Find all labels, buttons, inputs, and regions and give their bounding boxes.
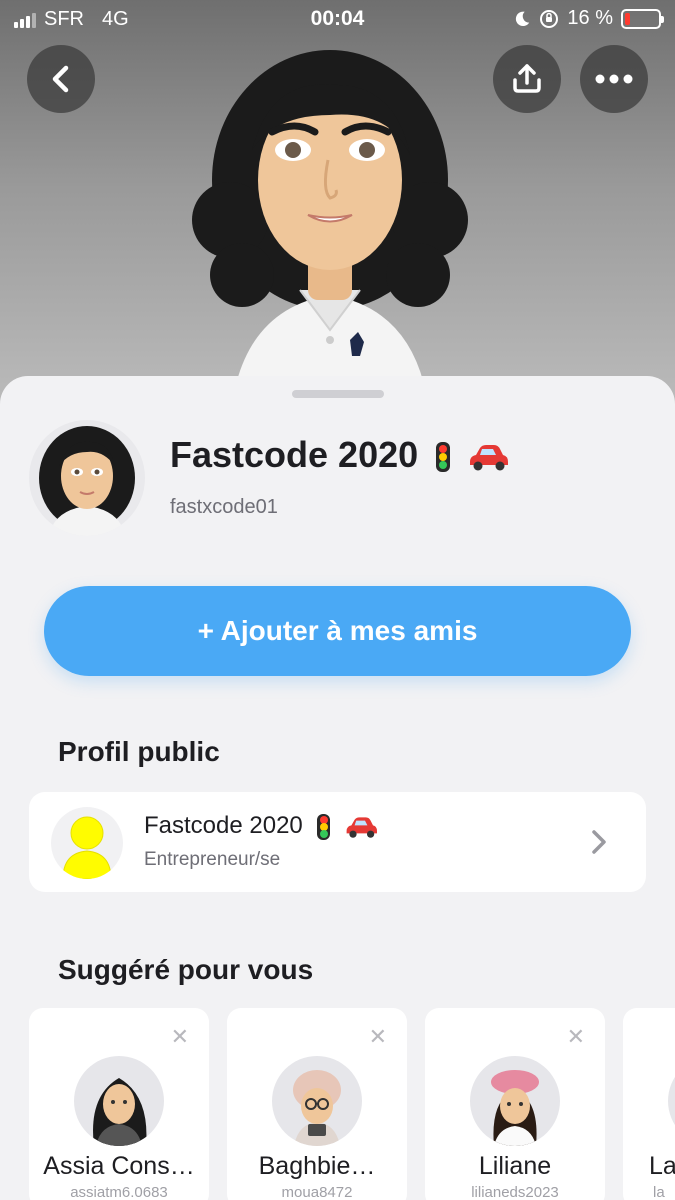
avatar xyxy=(74,1056,164,1146)
close-icon[interactable]: ✕ xyxy=(369,1024,387,1050)
suggestion-username: assiatm6.0683 xyxy=(70,1184,168,1200)
suggestion-name: Liliane xyxy=(478,1152,552,1180)
add-friend-button[interactable]: + Ajouter à mes amis xyxy=(44,586,631,676)
public-profile-card[interactable]: Fastcode 2020 Entrepreneur/se xyxy=(29,792,646,892)
bitmoji-hero: SFR 4G 00:04 16 % xyxy=(0,0,675,420)
suggestion-username: moua8472 xyxy=(281,1184,353,1200)
back-icon xyxy=(52,65,69,93)
traffic-light-emoji xyxy=(317,813,331,840)
suggestion-card[interactable]: ✕ Assia Cons… assiatm6.0683 xyxy=(29,1008,209,1200)
username: fastxcode01 xyxy=(170,496,278,518)
battery-percent: 16 % xyxy=(567,7,613,29)
suggestion-name: Assia Cons… xyxy=(43,1152,195,1180)
avatar xyxy=(470,1056,560,1146)
suggestion-name: La xyxy=(649,1152,675,1180)
suggestions-carousel[interactable]: ✕ Assia Cons… assiatm6.0683 ✕ Baghbie… m… xyxy=(0,1008,675,1200)
car-emoji xyxy=(346,817,378,838)
moon-icon xyxy=(516,11,530,26)
suggestion-card[interactable]: La la xyxy=(623,1008,675,1200)
bitmoji-avatar xyxy=(192,50,468,420)
avatar xyxy=(272,1056,362,1146)
close-icon[interactable]: ✕ xyxy=(171,1024,189,1050)
display-name: Fastcode 2020 xyxy=(170,434,510,476)
chevron-right-icon xyxy=(592,830,606,854)
public-profile-title: Profil public xyxy=(58,736,220,767)
share-button[interactable] xyxy=(493,45,561,113)
share-icon xyxy=(513,64,541,93)
bitmoji-thumbnail xyxy=(39,426,135,536)
profile-avatar[interactable] xyxy=(29,420,145,536)
suggestion-username: la xyxy=(653,1184,665,1200)
traffic-light-emoji xyxy=(436,442,451,473)
profile-sheet: Fastcode 2020 fastxcode01 + Ajouter à me… xyxy=(0,376,675,1200)
suggestion-card[interactable]: ✕ Liliane lilianeds2023 xyxy=(425,1008,605,1200)
ghost-avatar-icon xyxy=(51,807,123,879)
public-profile-category: Entrepreneur/se xyxy=(144,849,281,870)
back-button[interactable] xyxy=(27,45,95,113)
suggestion-name: Baghbie… xyxy=(258,1152,376,1180)
more-icon xyxy=(595,74,633,84)
public-profile-name-text: Fastcode 2020 xyxy=(144,812,303,839)
display-name-text: Fastcode 2020 xyxy=(170,434,419,475)
status-bar: SFR 4G 00:04 16 % xyxy=(0,0,675,38)
suggestion-username: lilianeds2023 xyxy=(471,1184,559,1200)
rotation-lock-icon xyxy=(540,9,559,28)
public-profile-name: Fastcode 2020 xyxy=(144,812,379,840)
close-icon[interactable]: ✕ xyxy=(567,1024,585,1050)
suggestions-title: Suggéré pour vous xyxy=(58,954,314,985)
suggestion-card[interactable]: ✕ Baghbie… moua8472 xyxy=(227,1008,407,1200)
status-right: 16 % xyxy=(513,7,664,30)
more-options-button[interactable] xyxy=(580,45,648,113)
car-emoji xyxy=(470,445,509,471)
battery-icon xyxy=(621,8,664,29)
avatar xyxy=(668,1056,675,1146)
sheet-grabber[interactable] xyxy=(292,390,384,398)
